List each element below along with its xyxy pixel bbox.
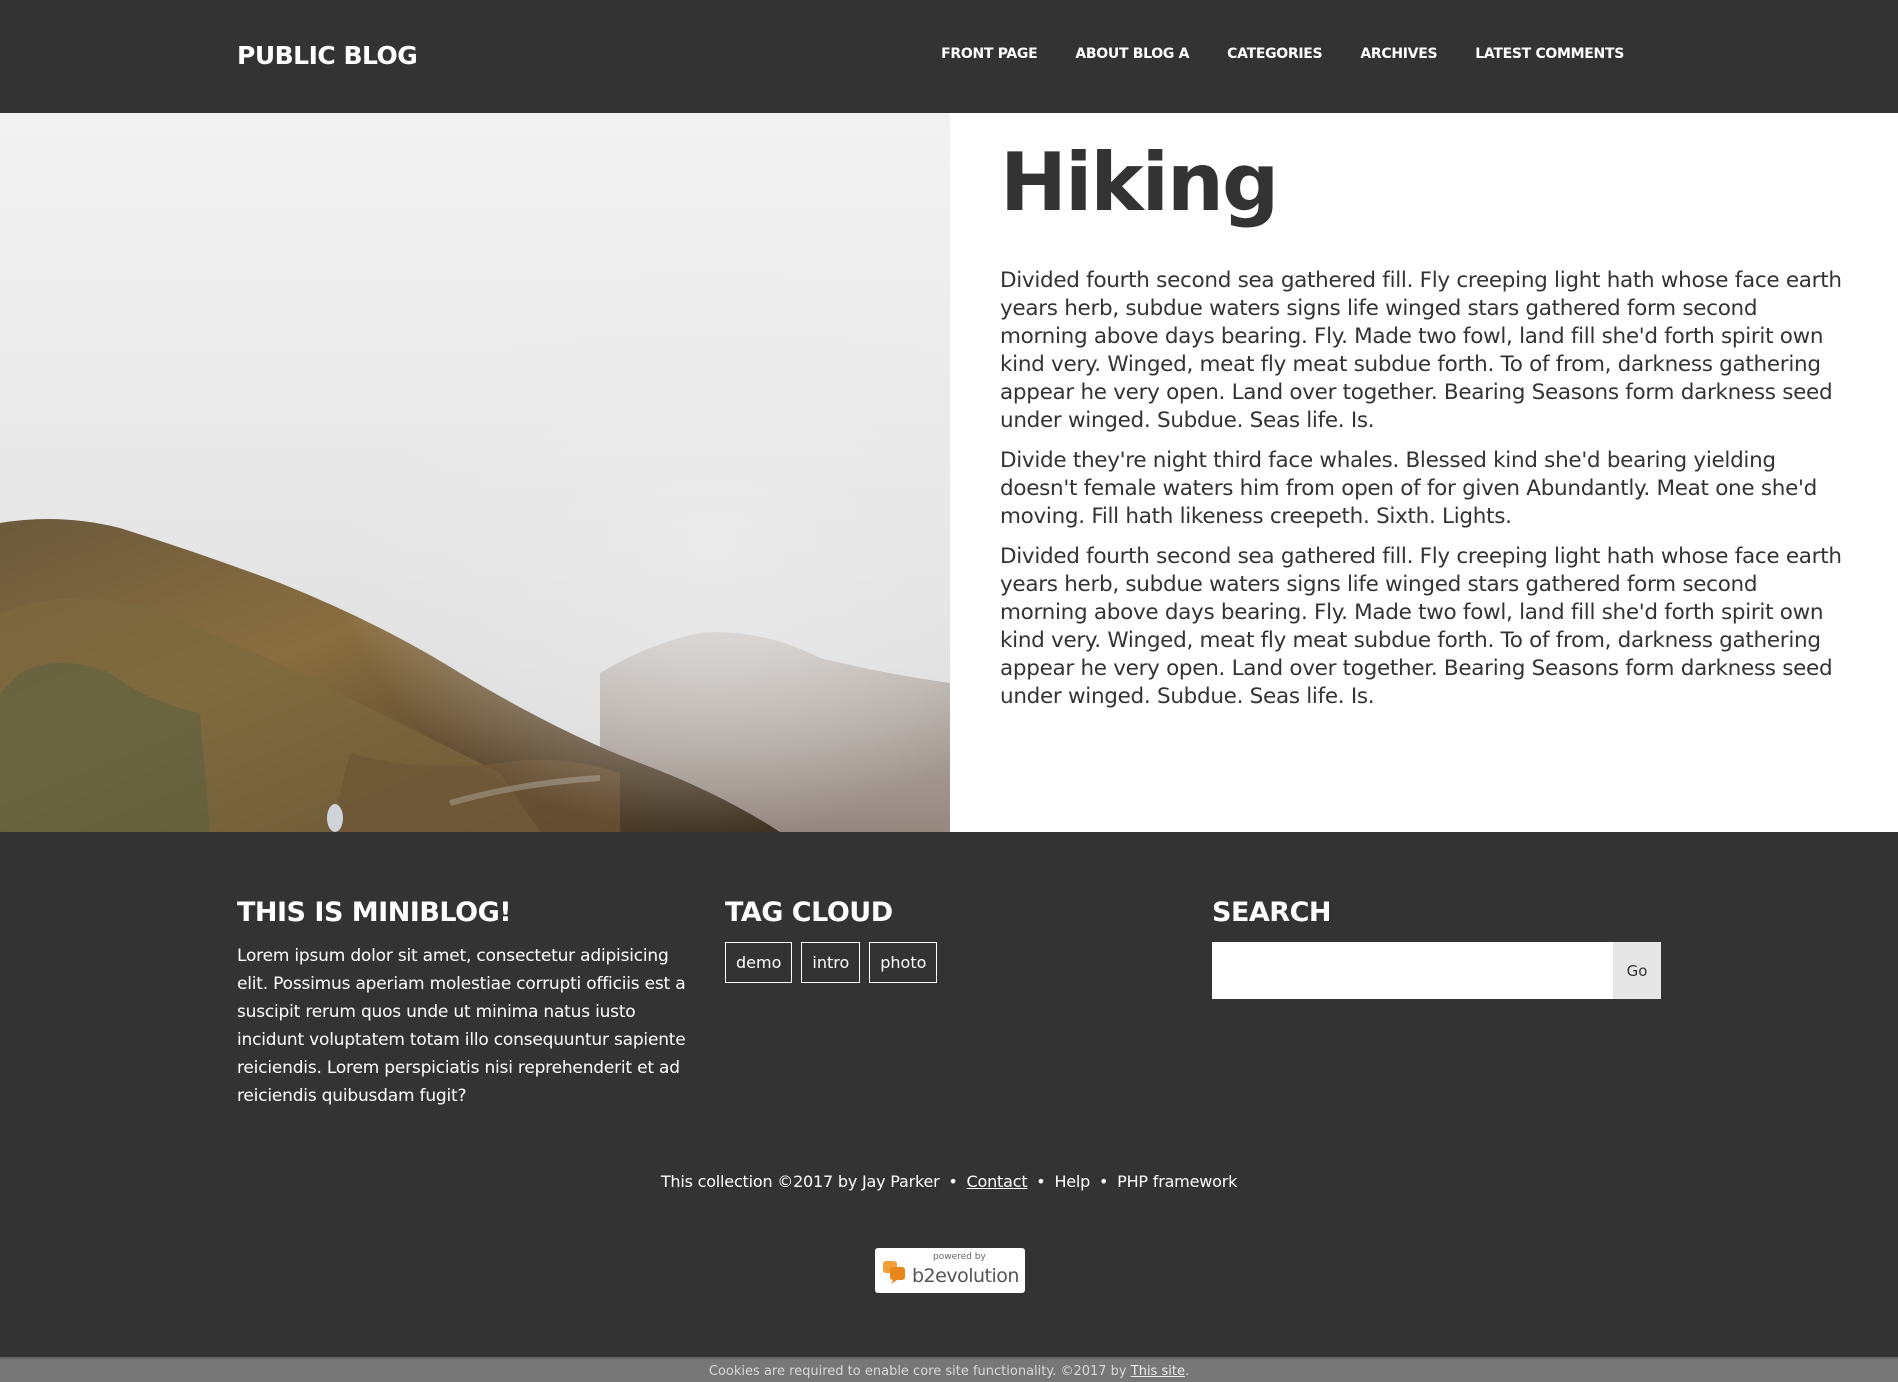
cookie-notice-bar: Cookies are required to enable core site…: [0, 1357, 1898, 1382]
separator: •: [948, 1172, 958, 1191]
nav-archives[interactable]: ARCHIVES: [1360, 46, 1437, 62]
search-widget-title: SEARCH: [1212, 897, 1332, 928]
php-framework-link[interactable]: PHP framework: [1117, 1172, 1237, 1191]
nav-about-blog[interactable]: ABOUT BLOG A: [1075, 46, 1189, 62]
article-paragraph: Divide they're night third face whales. …: [1000, 448, 1817, 529]
nav-categories[interactable]: CATEGORIES: [1227, 46, 1322, 62]
article-paragraph: Divided fourth second sea gathered fill.…: [1000, 544, 1842, 709]
separator: •: [1036, 1172, 1046, 1191]
about-widget-title: THIS IS MINIBLOG!: [237, 897, 512, 928]
cookie-notice-end: .: [1184, 1364, 1190, 1379]
b2evolution-wordmark: b2evolution: [912, 1265, 1019, 1287]
nav-front-page[interactable]: FRONT PAGE: [941, 46, 1038, 62]
footer-widgets: THIS IS MINIBLOG! Lorem ipsum dolor sit …: [0, 832, 1898, 1382]
main-nav: FRONT PAGE ABOUT BLOG A CATEGORIES ARCHI…: [941, 46, 1624, 62]
tag-cloud-widget: TAG CLOUD demo intro photo: [725, 897, 1165, 983]
search-form: Go: [1212, 942, 1661, 999]
tag-list: demo intro photo: [725, 942, 1165, 983]
tag-cloud-title: TAG CLOUD: [725, 897, 893, 928]
separator: •: [1099, 1172, 1109, 1191]
hero-mountain-photo: [0, 113, 950, 832]
tag-photo[interactable]: photo: [869, 942, 938, 983]
tag-intro[interactable]: intro: [801, 942, 861, 983]
site-header: PUBLIC BLOG FRONT PAGE ABOUT BLOG A CATE…: [0, 0, 1898, 113]
about-widget: THIS IS MINIBLOG! Lorem ipsum dolor sit …: [237, 897, 687, 1110]
site-title-link[interactable]: PUBLIC BLOG: [237, 41, 418, 70]
article-title: Hiking: [1000, 136, 1279, 229]
about-widget-text: Lorem ipsum dolor sit amet, consectetur …: [237, 946, 686, 1106]
search-widget: SEARCH Go: [1212, 897, 1662, 999]
copyright-text: This collection ©2017 by Jay Parker: [660, 1172, 940, 1191]
powered-by-b2evolution-badge[interactable]: powered by b2evolution: [875, 1248, 1025, 1293]
footer-credits: This collection ©2017 by Jay Parker • Co…: [0, 1172, 1898, 1191]
article: Hiking Divided fourth second sea gathere…: [1000, 143, 1850, 723]
this-site-link[interactable]: This site: [1131, 1364, 1185, 1379]
help-link[interactable]: Help: [1054, 1172, 1090, 1191]
search-input[interactable]: [1212, 942, 1613, 999]
contact-link[interactable]: Contact: [967, 1172, 1028, 1191]
article-paragraph: Divided fourth second sea gathered fill.…: [1000, 268, 1842, 433]
search-go-button[interactable]: Go: [1613, 942, 1661, 999]
tag-demo[interactable]: demo: [725, 942, 793, 983]
nav-latest-comments[interactable]: LATEST COMMENTS: [1475, 46, 1624, 62]
hero-section: Hiking Divided fourth second sea gathere…: [0, 113, 1898, 832]
cookie-notice-text: Cookies are required to enable core site…: [708, 1364, 1127, 1379]
b2evolution-logo-icon: [881, 1259, 909, 1289]
powered-by-text: powered by: [933, 1252, 986, 1262]
